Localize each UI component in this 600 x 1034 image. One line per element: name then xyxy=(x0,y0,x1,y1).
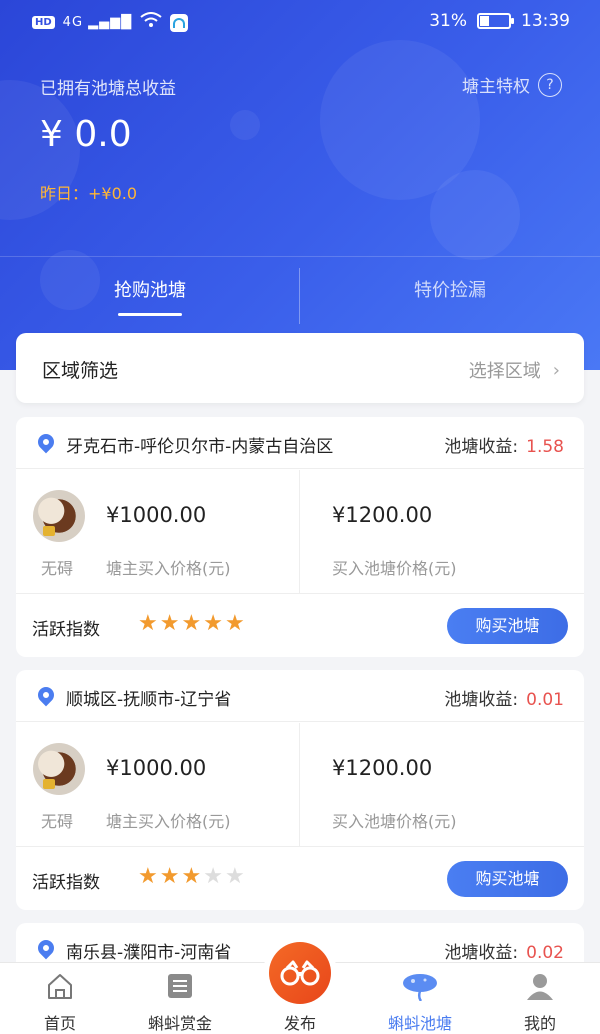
star-filled-icon: ★ xyxy=(181,611,202,636)
battery-percent: 31% xyxy=(429,11,467,31)
battery-icon xyxy=(477,13,514,29)
location-pin-icon xyxy=(34,936,58,960)
region-filter-title: 区域筛选 xyxy=(42,360,119,382)
total-earnings-amount: ¥ 0.0 xyxy=(40,114,132,155)
star-filled-icon: ★ xyxy=(159,864,180,889)
owner-privilege-label: 塘主特权 xyxy=(462,77,530,97)
pond-buy-price: ¥1200.00 xyxy=(332,756,433,780)
owner-buy-price-label: 塘主买入价格(元) xyxy=(106,812,231,831)
owner-buy-price: ¥1000.00 xyxy=(106,503,207,527)
pond-location: 牙克石市-呼伦贝尔市-内蒙古自治区 xyxy=(66,437,334,457)
pond-earnings: 池塘收益: 0.01 xyxy=(444,690,564,710)
star-filled-icon: ★ xyxy=(138,864,158,889)
divider xyxy=(0,256,600,257)
activity-label: 活跃指数 xyxy=(32,620,100,640)
buy-pond-button[interactable]: 购买池塘 xyxy=(447,608,568,644)
tabbar-item-me[interactable]: 我的 xyxy=(480,963,600,1034)
owner-avatar xyxy=(33,490,85,542)
tab-rush-buy[interactable]: 抢购池塘 xyxy=(0,276,300,302)
star-empty-icon: ★ xyxy=(203,864,223,889)
hd-badge: HD xyxy=(32,16,55,29)
owner-buy-price-label: 塘主买入价格(元) xyxy=(106,559,231,578)
region-filter[interactable]: 区域筛选 选择区域 › xyxy=(16,333,584,403)
owner-privilege-link[interactable]: 塘主特权 ? xyxy=(462,72,562,97)
activity-stars: ★ ★ ★ ★ ★ xyxy=(138,864,245,889)
star-filled-icon: ★ xyxy=(203,611,223,636)
select-region-button[interactable]: 选择区域 › xyxy=(469,357,560,383)
tab-bargain[interactable]: 特价捡漏 xyxy=(300,276,600,302)
wifi-icon xyxy=(140,12,162,33)
clock: 13:39 xyxy=(521,11,570,31)
pond-buy-price-label: 买入池塘价格(元) xyxy=(332,812,457,831)
list-icon xyxy=(168,974,192,998)
home-icon xyxy=(48,974,72,999)
pond-earnings: 池塘收益: 0.02 xyxy=(444,943,564,963)
tabbar-label: 首页 xyxy=(43,1014,76,1033)
star-empty-icon: ★ xyxy=(224,864,245,889)
help-icon[interactable]: ? xyxy=(538,72,562,97)
pond-location: 顺城区-抚顺市-辽宁省 xyxy=(66,690,232,710)
tab-active-indicator xyxy=(118,313,182,316)
pond-buy-price-label: 买入池塘价格(元) xyxy=(332,559,457,578)
user-icon xyxy=(527,974,553,1000)
owner-name: 无碍 xyxy=(41,559,74,578)
app-notification-icon xyxy=(170,13,189,32)
location-pin-icon xyxy=(34,430,58,454)
binoculars-icon xyxy=(280,960,320,986)
owner-buy-price: ¥1000.00 xyxy=(106,756,207,780)
tabbar-label: 我的 xyxy=(523,1014,556,1033)
lotus-icon xyxy=(403,974,437,1001)
pond-buy-price: ¥1200.00 xyxy=(332,503,433,527)
status-bar: HD 4G ▂▄▆█ 31% 13:39 xyxy=(0,0,600,44)
select-region-label: 选择区域 xyxy=(468,361,541,382)
pond-location: 南乐县-濮阳市-河南省 xyxy=(66,943,232,963)
activity-stars: ★ ★ ★ ★ ★ xyxy=(138,611,245,636)
chevron-right-icon: › xyxy=(552,359,560,381)
star-filled-icon: ★ xyxy=(181,864,202,889)
pond-card: 顺城区-抚顺市-辽宁省 池塘收益: 0.01 ¥1000.00 无碍 塘主买入价格… xyxy=(16,670,584,910)
tabbar-label: 发布 xyxy=(283,1014,316,1033)
hero-header: HD 4G ▂▄▆█ 31% 13:39 已拥有池塘总收益 塘主特权 ? ¥ 0… xyxy=(0,0,600,370)
owner-name: 无碍 xyxy=(41,812,74,831)
signal-icon: 4G ▂▄▆█ xyxy=(62,15,133,30)
star-filled-icon: ★ xyxy=(224,611,245,636)
buy-pond-button[interactable]: 购买池塘 xyxy=(447,861,568,897)
star-filled-icon: ★ xyxy=(138,611,158,636)
tabbar-label: 蝌蚪池塘 xyxy=(387,1014,452,1033)
owner-avatar xyxy=(33,743,85,795)
total-earnings-label: 已拥有池塘总收益 xyxy=(40,79,176,99)
tabbar-label: 蝌蚪赏金 xyxy=(147,1014,212,1033)
activity-label: 活跃指数 xyxy=(32,873,100,893)
star-filled-icon: ★ xyxy=(159,611,180,636)
publish-button[interactable] xyxy=(263,936,337,1010)
tabbar-item-home[interactable]: 首页 xyxy=(0,963,120,1034)
tabbar-item-bounty[interactable]: 蝌蚪赏金 xyxy=(120,963,240,1034)
yesterday-earnings: 昨日：+¥0.0 xyxy=(40,184,138,203)
pond-earnings: 池塘收益: 1.58 xyxy=(444,437,564,457)
pond-card: 牙克石市-呼伦贝尔市-内蒙古自治区 池塘收益: 1.58 ¥1000.00 无碍 … xyxy=(16,417,584,657)
location-pin-icon xyxy=(34,683,58,707)
tabbar-item-pond[interactable]: 蝌蚪池塘 xyxy=(360,963,480,1034)
